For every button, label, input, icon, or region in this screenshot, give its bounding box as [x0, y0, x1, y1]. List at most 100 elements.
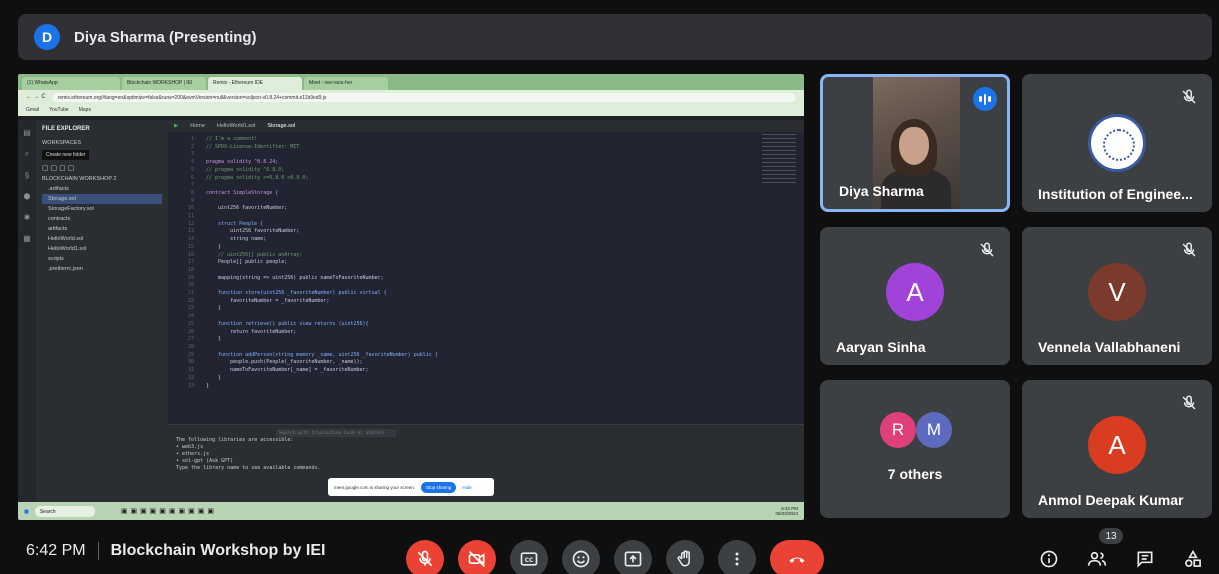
- mic-off-icon: [980, 242, 994, 257]
- hand-icon: [677, 550, 690, 567]
- leave-call-button[interactable]: [770, 540, 824, 574]
- participant-count-badge: 13: [1099, 528, 1123, 544]
- browser-tab: Remix - Ethereum IDE: [208, 77, 302, 90]
- code-line: 12 struct People {: [187, 220, 264, 227]
- presenter-bar: D Diya Sharma (Presenting): [18, 14, 1212, 60]
- code-line: 29 function addPerson(string memory _nam…: [187, 351, 438, 358]
- participant-tile-others[interactable]: R M 7 others: [820, 380, 1010, 518]
- divider: [97, 542, 99, 560]
- info-icon: [1040, 550, 1058, 568]
- participant-name: Vennela Vallabhaneni: [1038, 339, 1181, 355]
- raise-hand-button[interactable]: [666, 540, 704, 574]
- code-line: 3: [190, 151, 194, 158]
- code-line: 27 }: [187, 336, 222, 343]
- more-options-button[interactable]: [718, 540, 756, 574]
- participant-tile-aaryan[interactable]: A Aaryan Sinha: [820, 227, 1010, 365]
- code-line: 14 string name;: [187, 236, 267, 243]
- file-item: scripts: [48, 256, 64, 262]
- code-line: 18: [187, 266, 194, 273]
- participant-tile-vennela[interactable]: V Vennela Vallabhaneni: [1022, 227, 1212, 365]
- avatar: A: [886, 263, 944, 321]
- activities-icon: [1185, 549, 1201, 567]
- participant-name: Anmol Deepak Kumar: [1038, 492, 1184, 508]
- remix-ide: ▤ ⌕ § ⬢ ✱ ▦ FILE EXPLORER WORKSPACES Cre…: [18, 120, 804, 502]
- code-line: 32 }: [187, 374, 222, 381]
- people-button[interactable]: [1084, 546, 1110, 572]
- windows-icon: ■: [24, 506, 29, 516]
- code-line: 11: [187, 213, 194, 220]
- code-line: 15 }: [187, 243, 222, 250]
- file-explorer: FILE EXPLORER WORKSPACES Create new fold…: [36, 120, 168, 502]
- code-line: 2// SPDX-License-Identifier: MIT: [190, 143, 300, 150]
- file-item: contracts: [48, 216, 71, 222]
- people-icon: [1087, 551, 1107, 566]
- bookmark: Gmail: [26, 107, 40, 113]
- mic-toggle-button[interactable]: [406, 540, 444, 574]
- file-item: .prettierrc.json: [48, 266, 83, 272]
- terminal-line: The following libraries are accessible:: [176, 437, 294, 443]
- camera-toggle-button[interactable]: [458, 540, 496, 574]
- code-line: 19 mapping(string => uint256) public nam…: [187, 274, 384, 281]
- code-lines: 1// I'm a comment! 2// SPDX-License-Ident…: [168, 132, 804, 390]
- file-item: HelloWorld1.sol: [48, 246, 87, 252]
- stop-sharing-button: Stop sharing: [421, 481, 457, 493]
- taskbar-search: Search: [34, 505, 95, 517]
- search-icon: ⌕: [24, 149, 30, 158]
- editor-tab: Storage.sol: [267, 123, 296, 129]
- taskbar-clock: 6:42 PM 06/03/2024: [775, 506, 798, 516]
- editor-tab: Home: [190, 123, 205, 129]
- bookmark: YouTube: [49, 107, 69, 113]
- code-line: 4 pragma solidity ^0.8.24;: [190, 159, 279, 166]
- code-line: 31 nameToFavoriteNumber[_name] = _favori…: [187, 367, 369, 374]
- code-line: 10 uint256 favoriteNumber;: [187, 205, 288, 212]
- code-line: 30 people.push(People(_favoriteNumber, _…: [187, 359, 363, 366]
- terminal-search: Search with transaction hash or address: [276, 429, 396, 437]
- editor-tabs: ▶ Home HelloWorld1.sol Storage.sol: [168, 120, 804, 132]
- code-editor: ▶ Home HelloWorld1.sol Storage.sol 1// I…: [168, 120, 804, 502]
- code-line: 16 // uint256[] public anArray;: [187, 251, 303, 258]
- code-line: 20: [187, 282, 194, 289]
- minimap: [762, 134, 796, 184]
- compile-icon: §: [24, 171, 30, 180]
- presenter-label: Diya Sharma (Presenting): [74, 28, 257, 46]
- mic-off-icon: [1182, 395, 1196, 410]
- activities-button[interactable]: [1180, 546, 1206, 572]
- captions-button[interactable]: CC: [510, 540, 548, 574]
- workspaces-label: WORKSPACES: [42, 140, 82, 146]
- speaking-indicator-icon: [973, 87, 997, 111]
- editor-tab: HelloWorld1.sol: [216, 123, 256, 129]
- meeting-info-button[interactable]: [1036, 546, 1062, 572]
- mic-off-icon: [1182, 242, 1196, 257]
- present-button[interactable]: [614, 540, 652, 574]
- file-item: artifacts: [48, 226, 68, 232]
- code-line: 28: [187, 343, 194, 350]
- code-line: 6// pragma solidity >=0.8.0 <0.9.0;: [190, 174, 309, 181]
- participant-tile-diya[interactable]: Diya Sharma: [820, 74, 1010, 212]
- code-line: 7: [190, 182, 194, 189]
- chat-button[interactable]: [1132, 546, 1158, 572]
- code-line: 1// I'm a comment!: [190, 136, 258, 142]
- presenter-avatar: D: [34, 24, 60, 50]
- present-screen-icon: [624, 551, 642, 567]
- browser-bookmarks: Gmail YouTube Maps: [18, 104, 804, 116]
- meeting-title: Blockchain Workshop by IEI: [110, 542, 326, 559]
- terminal-line: Type the library name to see available c…: [176, 465, 321, 471]
- code-line: 24: [187, 313, 194, 320]
- windows-taskbar: ■ Search ▣▣▣▣▣▣▣▣▣▣ 6:42 PM 06/03/2024: [18, 502, 804, 520]
- taskbar-date: 06/03/2024: [775, 511, 798, 516]
- reactions-button[interactable]: [562, 540, 600, 574]
- debug-icon: ✱: [23, 213, 31, 222]
- participant-tile-anmol[interactable]: A Anmol Deepak Kumar: [1022, 380, 1212, 518]
- hide-button: Hide: [462, 484, 472, 490]
- code-line: 9: [190, 197, 194, 204]
- taskbar-apps-icon: ▣▣▣▣▣▣▣▣▣▣: [120, 508, 217, 515]
- file-item: Storage.sol: [42, 194, 162, 204]
- participant-tile-institution[interactable]: Institution of Enginee...: [1022, 74, 1212, 212]
- deploy-icon: ⬢: [23, 192, 31, 201]
- code-line: 23 }: [187, 305, 222, 312]
- file-item: HelloWorld.sol: [48, 236, 84, 242]
- meeting-time: 6:42 PM: [26, 542, 86, 559]
- mic-off-icon: [1182, 89, 1196, 104]
- participant-name: 7 others: [887, 466, 943, 482]
- code-line: 8 contract SimpleStorage {: [190, 189, 279, 196]
